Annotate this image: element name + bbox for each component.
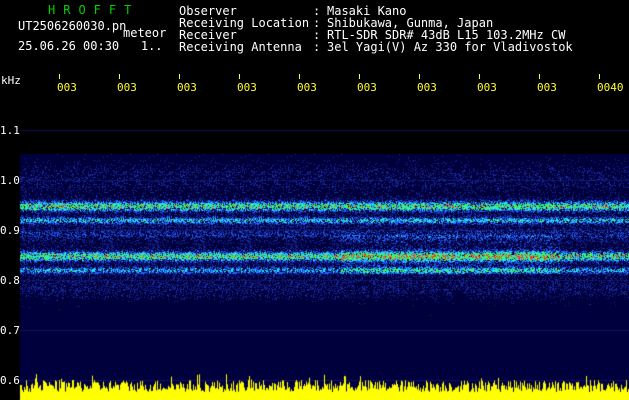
brand-title: HROFFT (48, 3, 140, 17)
x-tick-mark (299, 74, 300, 79)
x-tick-mark (179, 74, 180, 79)
x-tick-mark (539, 74, 540, 79)
y-tick-label: 1.1 (0, 124, 20, 137)
x-tick-mark (479, 74, 480, 79)
file-name: UT2506260030.pn (18, 19, 127, 33)
x-tick-label: 003 (57, 81, 77, 94)
y-tick-label: 0.8 (0, 274, 20, 287)
y-tick-label: 1.0 (0, 174, 20, 187)
header: HROFFT UT2506260030.pn meteor 25.06.26 0… (0, 0, 629, 74)
timestamp-value: 25.06.26 00:30 (18, 39, 120, 53)
x-tick-mark (59, 74, 60, 79)
spectrogram-plot (0, 74, 629, 400)
y-tick-label: 0.6 (0, 374, 20, 387)
x-tick-mark (599, 74, 600, 79)
x-tick-mark (359, 74, 360, 79)
info-label: Receiving Antenna (179, 40, 302, 54)
x-tick-label: 003 (417, 81, 437, 94)
x-tick-mark (119, 74, 120, 79)
info-value: 3el Yagi(V) Az 330 for Vladivostok (327, 40, 573, 54)
x-tick-label: 003 (537, 81, 557, 94)
x-tick-label: 003 (477, 81, 497, 94)
axis-unit-label: kHz (1, 74, 21, 87)
info-antenna: Receiving Antenna:3el Yagi(V) Az 330 for… (179, 40, 573, 54)
x-tick-mark (419, 74, 420, 79)
x-tick-mark (239, 74, 240, 79)
x-tick-label: 003 (357, 81, 377, 94)
x-tick-label: 0040 (597, 81, 624, 94)
y-tick-label: 0.9 (0, 224, 20, 237)
x-tick-label: 003 (297, 81, 317, 94)
y-tick-label: 0.7 (0, 324, 20, 337)
x-tick-label: 003 (177, 81, 197, 94)
meteor-label: meteor (123, 26, 167, 40)
timestamp: 25.06.26 00:30 1.. (18, 39, 163, 53)
x-tick-label: 003 (237, 81, 257, 94)
x-tick-label: 003 (117, 81, 137, 94)
timestamp-suffix: 1.. (140, 39, 163, 53)
